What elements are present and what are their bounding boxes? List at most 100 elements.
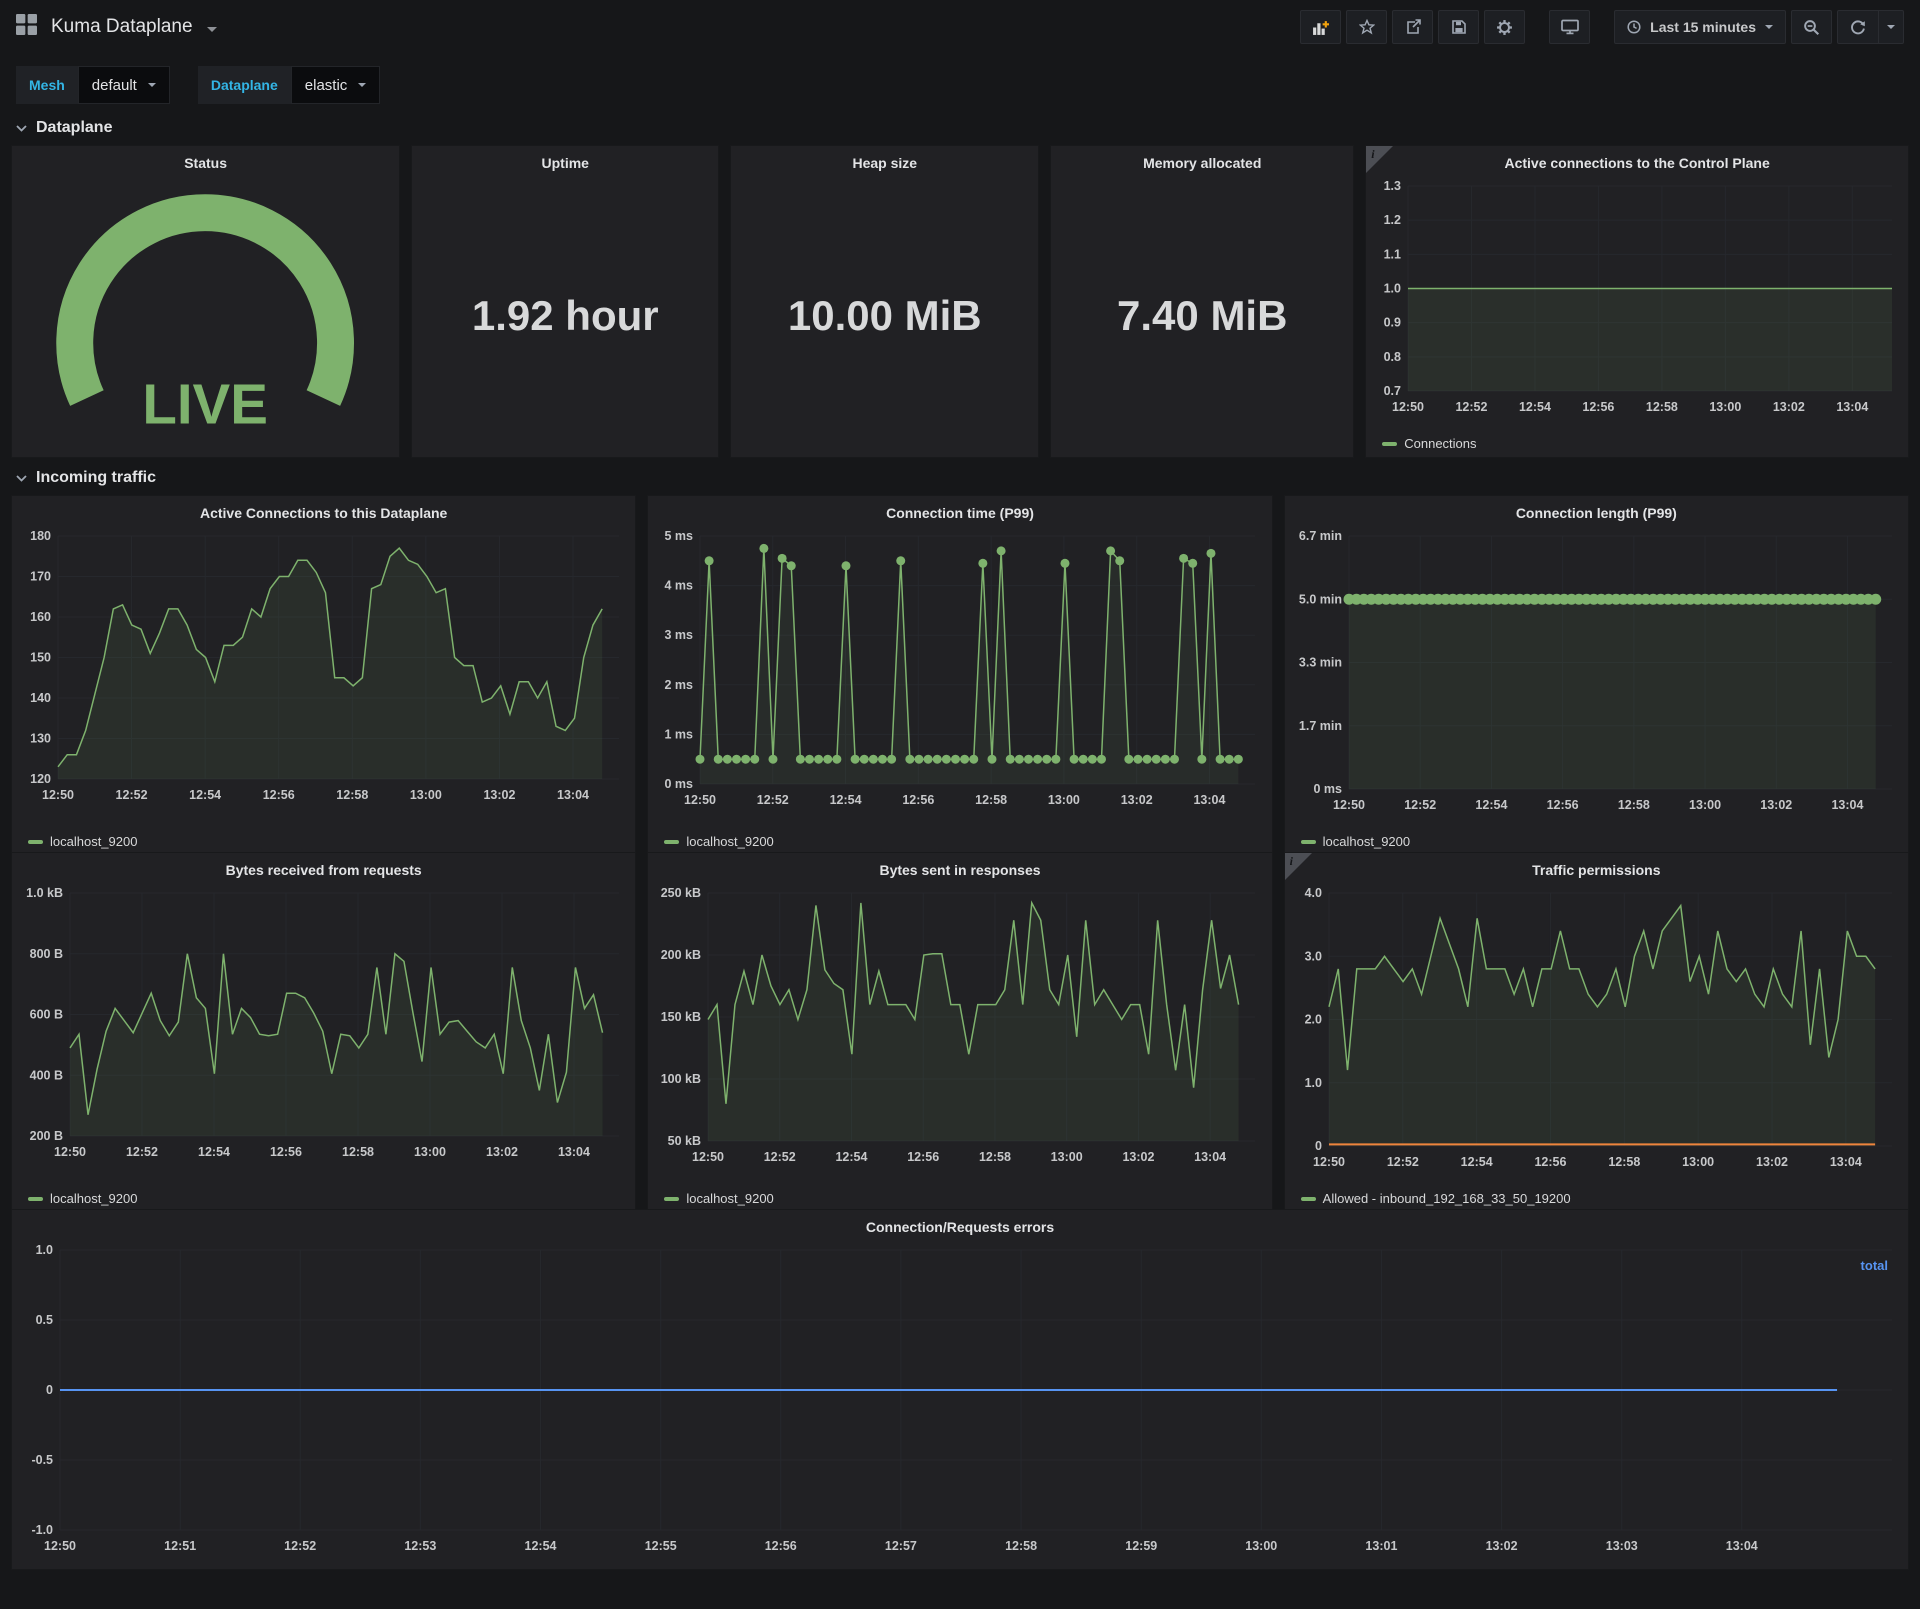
svg-text:12:58: 12:58 [1005, 1539, 1037, 1553]
variable-dataplane-label: Dataplane [197, 66, 291, 104]
svg-text:12:52: 12:52 [1386, 1155, 1418, 1169]
svg-text:12:56: 12:56 [903, 793, 935, 807]
cycle-view-button[interactable] [1549, 10, 1591, 44]
svg-text:12:58: 12:58 [342, 1145, 374, 1159]
legend-item[interactable]: Connections [1382, 436, 1477, 451]
svg-text:12:53: 12:53 [404, 1539, 436, 1553]
connection-time-chart[interactable]: 12:50 12:52 12:54 12:56 12:58 13:00 13:02 13:04… [648, 524, 1271, 828]
gauge-arc [56, 193, 355, 406]
cp-connections-legend[interactable]: Connections [1366, 430, 1908, 457]
star-button[interactable] [1346, 10, 1388, 44]
panel-info-icon[interactable]: i [1284, 853, 1312, 880]
refresh-button[interactable] [1837, 10, 1878, 44]
panel-title-connection-length: Connection length (P99) [1515, 505, 1677, 521]
monitor-icon [1560, 19, 1579, 35]
refresh-interval-dropdown[interactable] [1878, 10, 1904, 44]
svg-text:12:54: 12:54 [198, 1145, 230, 1159]
svg-text:13:00: 13:00 [1245, 1539, 1277, 1553]
grafana-dashboard-icon[interactable] [16, 14, 37, 40]
time-range-picker[interactable]: Last 15 minutes [1614, 10, 1786, 44]
gauge-value: LIVE [143, 372, 269, 435]
settings-button[interactable] [1484, 10, 1526, 44]
svg-text:13:04: 13:04 [558, 1145, 590, 1159]
svg-text:13:02: 13:02 [1123, 1150, 1155, 1164]
svg-text:12:52: 12:52 [1404, 798, 1436, 812]
svg-text:13:00: 13:00 [1710, 400, 1742, 414]
svg-text:3.3 min: 3.3 min [1299, 656, 1342, 670]
svg-text:150: 150 [30, 651, 51, 665]
svg-text:5.0 min: 5.0 min [1299, 592, 1342, 606]
svg-text:12:52: 12:52 [1456, 400, 1488, 414]
row-header-incoming-label: Incoming traffic [36, 469, 157, 486]
legend-item[interactable]: localhost_9200 [28, 834, 137, 849]
svg-text:1.0 kB: 1.0 kB [26, 886, 63, 900]
variable-mesh[interactable]: Mesh default [16, 66, 170, 104]
heap-size-value: 10.00 MiB [787, 291, 982, 339]
panel-title-bytes-sent: Bytes sent in responses [879, 862, 1041, 878]
svg-text:1.1: 1.1 [1384, 247, 1401, 261]
svg-text:12:56: 12:56 [270, 1145, 302, 1159]
connection-length-chart[interactable]: 12:50 12:52 12:54 12:56 12:58 13:00 13:02 13:04… [1285, 524, 1908, 828]
svg-text:13:04: 13:04 [1194, 1150, 1226, 1164]
svg-text:13:02: 13:02 [1773, 400, 1805, 414]
svg-text:50 kB: 50 kB [668, 1134, 701, 1148]
svg-text:12:50: 12:50 [684, 793, 716, 807]
svg-text:140: 140 [30, 691, 51, 705]
svg-text:170: 170 [30, 570, 51, 584]
svg-text:2 ms: 2 ms [665, 678, 694, 692]
bytes-received-legend[interactable]: localhost_9200 [12, 1185, 635, 1212]
svg-text:13:02: 13:02 [483, 788, 515, 802]
legend-item[interactable]: localhost_9200 [664, 1191, 774, 1206]
status-gauge[interactable]: LIVE [12, 174, 399, 457]
variable-dataplane[interactable]: Dataplane elastic [197, 66, 381, 104]
share-button[interactable] [1392, 10, 1434, 44]
cp-connections-chart[interactable]: 12:50 12:52 12:54 12:56 12:58 13:00 13:02 13:04… [1366, 174, 1908, 430]
star-icon [1358, 19, 1375, 35]
panel-info-icon[interactable]: i [1366, 146, 1394, 173]
page-title[interactable]: Kuma Dataplane [51, 16, 193, 38]
save-button[interactable] [1438, 10, 1480, 44]
template-variables: Mesh default Dataplane elastic [0, 54, 1920, 106]
panel-title-memory: Memory allocated [1143, 155, 1262, 171]
bytes-received-chart[interactable]: 12:50 12:52 12:54 12:56 12:58 13:00 13:02 13:04… [12, 881, 635, 1185]
legend-item[interactable]: Allowed - inbound_192_168_33_50_19200 [1300, 1191, 1571, 1206]
legend-item[interactable]: localhost_9200 [1300, 834, 1410, 849]
svg-text:12:58: 12:58 [979, 1150, 1011, 1164]
traffic-permissions-legend[interactable]: Allowed - inbound_192_168_33_50_19200 [1285, 1185, 1908, 1212]
active-connections-legend[interactable]: localhost_9200 [12, 828, 635, 855]
connection-length-legend[interactable]: localhost_9200 [1285, 828, 1908, 855]
svg-text:200 B: 200 B [30, 1129, 63, 1143]
svg-text:0.5: 0.5 [36, 1313, 53, 1327]
svg-text:12:58: 12:58 [336, 788, 368, 802]
svg-text:13:02: 13:02 [1121, 793, 1153, 807]
active-connections-chart[interactable]: 12:50 12:52 12:54 12:56 12:58 13:00 13:02 13:04… [12, 524, 635, 828]
row-header-incoming-traffic[interactable]: Incoming traffic [0, 456, 1920, 496]
add-panel-button[interactable] [1300, 10, 1342, 44]
bytes-sent-chart[interactable]: 12:50 12:52 12:54 12:56 12:58 13:00 13:02 13:04… [648, 881, 1271, 1185]
time-caret-icon [1765, 25, 1773, 29]
connection-errors-chart[interactable]: 12:50 12:51 12:52 12:53 12:54 12:55 12:56 12:57… [12, 1238, 1908, 1569]
zoom-out-button[interactable] [1791, 10, 1832, 44]
connection-time-legend[interactable]: localhost_9200 [648, 828, 1271, 855]
svg-text:130: 130 [30, 732, 51, 746]
variable-mesh-label: Mesh [16, 66, 78, 104]
title-caret-icon[interactable] [206, 26, 217, 32]
time-range-label: Last 15 minutes [1650, 19, 1756, 35]
svg-text:160: 160 [30, 610, 51, 624]
errors-legend-total[interactable]: total [1861, 1258, 1888, 1273]
legend-item[interactable]: localhost_9200 [28, 1191, 137, 1206]
svg-text:13:04: 13:04 [557, 788, 589, 802]
traffic-permissions-chart[interactable]: 12:50 12:52 12:54 12:56 12:58 13:00 13:02 13:04… [1285, 881, 1908, 1185]
svg-text:600 B: 600 B [30, 1008, 63, 1022]
panel-memory-allocated: Memory allocated 7.40 MiB [1051, 146, 1354, 457]
zoom-out-icon [1804, 19, 1820, 35]
svg-text:100 kB: 100 kB [661, 1072, 701, 1086]
svg-text:12:50: 12:50 [1313, 1155, 1345, 1169]
bytes-sent-legend[interactable]: localhost_9200 [648, 1185, 1271, 1212]
legend-item[interactable]: localhost_9200 [664, 834, 774, 849]
svg-text:12:54: 12:54 [1519, 400, 1551, 414]
row-header-dataplane[interactable]: Dataplane [0, 106, 1920, 146]
svg-text:3.0: 3.0 [1304, 949, 1321, 963]
chevron-down-icon [16, 124, 27, 132]
save-icon [1451, 20, 1466, 34]
